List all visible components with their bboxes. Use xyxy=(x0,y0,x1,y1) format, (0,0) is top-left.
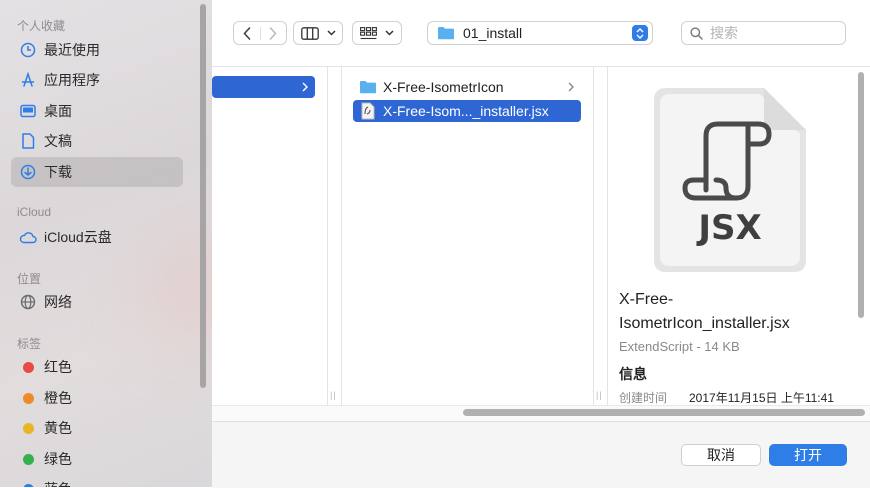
sidebar-item-applications[interactable]: 应用程序 xyxy=(11,65,183,95)
sidebar-item-label: 橙色 xyxy=(44,390,72,406)
sidebar-item-label: 最近使用 xyxy=(44,42,100,58)
chevron-left-icon xyxy=(243,26,251,40)
sidebar-tag-yellow[interactable]: 黄色 xyxy=(11,413,183,443)
sidebar-item-label: 网络 xyxy=(44,294,72,310)
cancel-button[interactable]: 取消 xyxy=(681,444,761,466)
yellow-tag-icon xyxy=(23,422,34,434)
locations-header: 位置 xyxy=(17,272,42,286)
chevron-right-icon xyxy=(302,82,308,92)
sidebar-item-label: 应用程序 xyxy=(44,72,100,88)
search-icon xyxy=(690,26,703,40)
view-mode-button[interactable] xyxy=(293,21,343,45)
jsx-badge: JSX xyxy=(698,208,762,248)
chevron-down-icon xyxy=(385,30,394,36)
columns-view-icon xyxy=(300,26,319,40)
sidebar-item-downloads[interactable]: 下载 xyxy=(11,157,183,187)
sidebar-item-label: 黄色 xyxy=(44,420,72,436)
preview-info-header: 信息 xyxy=(619,366,647,382)
sidebar-item-desktop[interactable]: 桌面 xyxy=(11,96,183,126)
desktop-icon xyxy=(19,102,37,120)
sidebar-item-label: 桌面 xyxy=(44,103,72,119)
sidebar: 个人收藏 最近使用 应用程序 桌面 文稿 下载 iCloud iCloud云盘 … xyxy=(0,0,212,487)
cloud-icon xyxy=(19,228,37,246)
preview-filename-line1: X-Free- xyxy=(619,291,674,308)
sidebar-tag-blue[interactable]: 蓝色 xyxy=(11,474,183,487)
applications-icon xyxy=(19,71,37,89)
document-icon xyxy=(19,132,37,150)
chevron-right-icon xyxy=(568,82,574,92)
sidebar-scrollbar[interactable] xyxy=(200,4,206,388)
download-icon xyxy=(19,163,37,181)
chevron-right-icon xyxy=(269,26,277,40)
dialog-footer: 取消 打开 xyxy=(212,421,870,488)
sidebar-item-label: 红色 xyxy=(44,359,72,375)
chevron-down-icon xyxy=(326,30,336,36)
sidebar-item-network[interactable]: 网络 xyxy=(11,287,183,317)
search-placeholder: 搜索 xyxy=(710,25,738,41)
horizontal-scrollbar[interactable] xyxy=(463,409,865,416)
red-tag-icon xyxy=(23,361,34,373)
sidebar-tag-orange[interactable]: 橙色 xyxy=(11,383,183,413)
column-resize-handle[interactable]: || xyxy=(330,390,337,400)
forward-button[interactable] xyxy=(261,26,287,40)
favorites-header: 个人收藏 xyxy=(17,19,66,33)
sidebar-item-recents[interactable]: 最近使用 xyxy=(11,35,183,65)
sidebar-item-label: 蓝色 xyxy=(44,479,72,487)
list-item-jsx-file[interactable]: X-Free-Isom..._installer.jsx xyxy=(353,100,581,122)
created-label: 创建时间 xyxy=(619,391,668,405)
sidebar-item-documents[interactable]: 文稿 xyxy=(11,126,183,156)
preview-kind-size: ExtendScript - 14 KB xyxy=(619,339,740,354)
item-name: X-Free-IsometrIcon xyxy=(383,79,504,95)
script-file-icon xyxy=(361,102,375,120)
folder-icon xyxy=(438,27,454,40)
stepper-icon xyxy=(632,25,648,41)
preview-filename-line2: IsometrIcon_installer.jsx xyxy=(619,315,790,332)
path-folder-name: 01_install xyxy=(463,25,523,41)
path-popup[interactable]: 01_install xyxy=(427,21,653,45)
network-icon xyxy=(19,293,37,311)
orange-tag-icon xyxy=(23,392,34,404)
tags-header: 标签 xyxy=(17,337,42,351)
column-browser: || X-Free-IsometrIcon X-Free-Isom..._ins… xyxy=(212,67,870,405)
icloud-header: iCloud xyxy=(17,205,52,219)
list-item-folder[interactable]: X-Free-IsometrIcon xyxy=(353,76,581,98)
sidebar-item-icloud-drive[interactable]: iCloud云盘 xyxy=(11,222,183,252)
preview-vertical-scrollbar[interactable] xyxy=(858,72,864,318)
search-field[interactable]: 搜索 xyxy=(681,21,846,45)
grid-icon xyxy=(360,26,377,39)
sidebar-item-label: 下载 xyxy=(44,164,72,180)
sidebar-item-label: 文稿 xyxy=(44,133,72,149)
open-button[interactable]: 打开 xyxy=(769,444,847,466)
back-button[interactable] xyxy=(234,26,261,40)
folder-icon xyxy=(360,81,376,94)
clock-icon xyxy=(19,41,37,59)
column-resize-handle[interactable]: || xyxy=(596,390,603,400)
item-name: X-Free-Isom..._installer.jsx xyxy=(383,103,549,119)
group-button[interactable] xyxy=(352,21,402,45)
sidebar-item-label: 绿色 xyxy=(44,451,72,467)
green-tag-icon xyxy=(23,453,34,465)
sidebar-tag-green[interactable]: 绿色 xyxy=(11,444,183,474)
sidebar-item-label: iCloud云盘 xyxy=(44,229,112,245)
created-value: 2017年11月15日 上午11:41 xyxy=(689,391,834,405)
toolbar: 01_install 搜索 xyxy=(212,0,870,67)
column1-selected-row[interactable] xyxy=(212,76,315,98)
blue-tag-icon xyxy=(23,483,34,487)
sidebar-tag-red[interactable]: 红色 xyxy=(11,352,183,382)
nav-buttons xyxy=(233,21,287,45)
